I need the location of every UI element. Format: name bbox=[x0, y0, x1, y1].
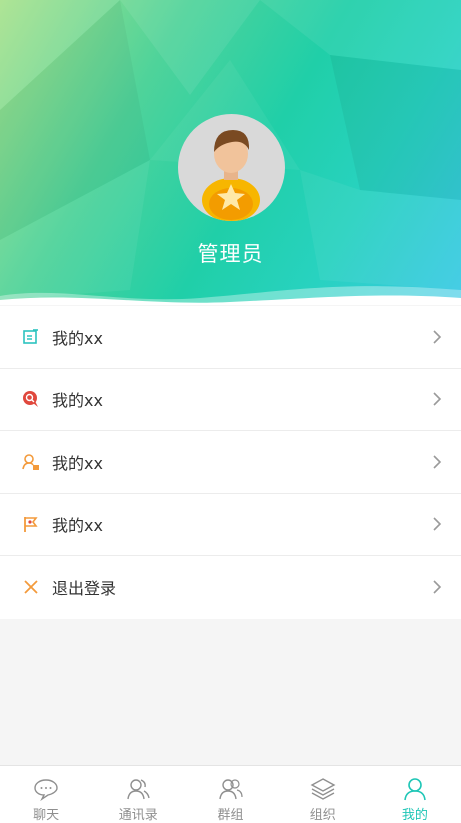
person-icon bbox=[404, 778, 426, 801]
tab-organization[interactable]: 组织 bbox=[277, 766, 369, 823]
logout-button[interactable]: 退出登录 bbox=[0, 556, 461, 619]
avatar[interactable] bbox=[178, 114, 285, 221]
tab-label: 聊天 bbox=[33, 808, 60, 823]
tab-contacts[interactable]: 通讯录 bbox=[92, 766, 184, 823]
logout-label: 退出登录 bbox=[52, 579, 117, 599]
tab-chat[interactable]: 聊天 bbox=[0, 766, 92, 823]
settings-menu: 我的xx 我的xx 我的xx 我的xx 退出登录 bbox=[0, 306, 461, 619]
user-lock-icon bbox=[22, 453, 39, 470]
tab-label: 群组 bbox=[217, 808, 244, 823]
menu-item-3[interactable]: 我的xx bbox=[0, 431, 461, 494]
tab-me[interactable]: 我的 bbox=[369, 766, 461, 823]
chat-bubble-icon bbox=[34, 779, 58, 801]
menu-item-1[interactable]: 我的xx bbox=[0, 306, 461, 369]
username: 管理员 bbox=[197, 242, 264, 266]
admin-avatar-icon bbox=[202, 130, 260, 221]
menu-item-label: 我的xx bbox=[52, 516, 103, 536]
tab-groups[interactable]: 群组 bbox=[184, 766, 276, 823]
tab-label: 组织 bbox=[309, 808, 336, 823]
chevron-right-icon bbox=[433, 392, 442, 406]
menu-item-4[interactable]: 我的xx bbox=[0, 494, 461, 556]
tab-label: 通讯录 bbox=[118, 808, 158, 823]
flag-icon bbox=[24, 517, 38, 533]
contacts-icon bbox=[127, 779, 150, 800]
chevron-right-icon bbox=[433, 580, 442, 594]
menu-item-2[interactable]: 我的xx bbox=[0, 369, 461, 431]
tab-label: 我的 bbox=[401, 808, 428, 823]
chevron-right-icon bbox=[433, 517, 442, 531]
bottom-tab-bar: 聊天 通讯录 群组 组织 我的 bbox=[0, 765, 461, 823]
menu-item-label: 我的xx bbox=[52, 453, 103, 473]
search-badge-icon bbox=[23, 391, 38, 408]
edit-note-icon bbox=[23, 328, 38, 344]
group-icon bbox=[218, 779, 243, 800]
menu-item-label: 我的xx bbox=[52, 391, 103, 411]
profile-header: 管理员 bbox=[0, 0, 461, 305]
chevron-right-icon bbox=[433, 330, 442, 344]
close-icon bbox=[24, 580, 38, 594]
menu-item-label: 我的xx bbox=[52, 328, 103, 348]
layers-icon bbox=[310, 778, 336, 800]
header-wave bbox=[0, 286, 461, 305]
chevron-right-icon bbox=[433, 455, 442, 469]
